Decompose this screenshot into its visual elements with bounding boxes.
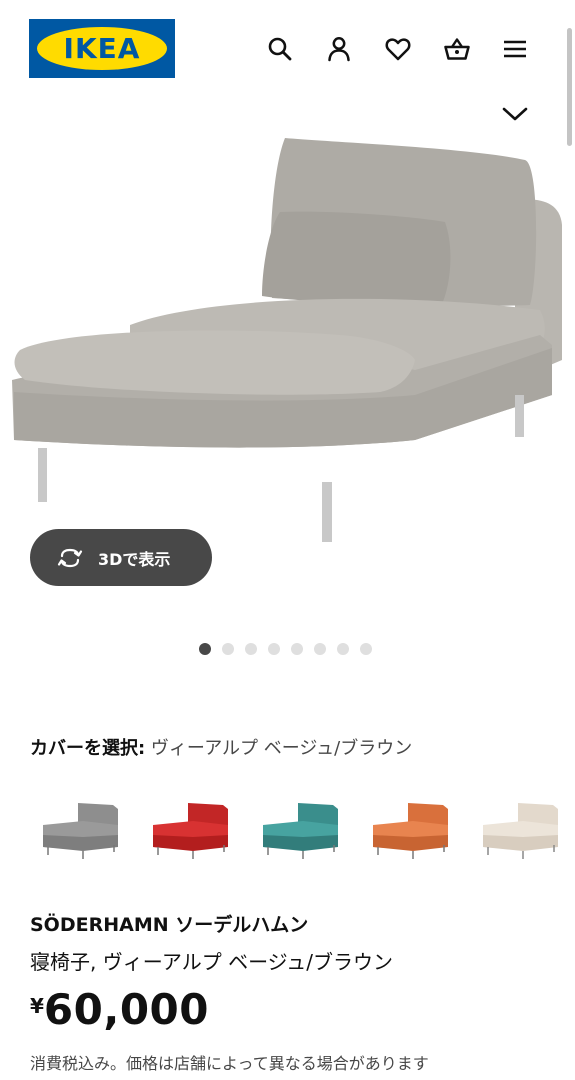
- view-3d-label: 3Dで表示: [98, 549, 171, 569]
- logo-text: IKEA: [63, 32, 141, 65]
- cover-swatch-beige[interactable]: [478, 795, 568, 865]
- header: IKEA: [0, 0, 575, 90]
- product-description: 寝椅子, ヴィーアルプ ベージュ/ブラウン: [30, 950, 394, 974]
- scrollbar[interactable]: [567, 28, 572, 146]
- cover-swatch-orange[interactable]: [368, 795, 458, 865]
- cover-swatch-grey[interactable]: [38, 795, 128, 865]
- pagination-dot[interactable]: [222, 643, 234, 655]
- tax-note: 消費税込み。価格は店舗によって異なる場合があります: [30, 1054, 429, 1073]
- basket-icon[interactable]: [440, 32, 474, 66]
- heart-icon[interactable]: [381, 32, 415, 66]
- pagination-dot[interactable]: [337, 643, 349, 655]
- user-icon[interactable]: [322, 32, 356, 66]
- search-icon[interactable]: [263, 32, 297, 66]
- product-price: ¥ 60,000: [30, 985, 209, 1034]
- product-image[interactable]: [0, 130, 575, 550]
- pagination-dot[interactable]: [245, 643, 257, 655]
- rotate-3d-icon: [57, 548, 83, 567]
- chevron-down-icon[interactable]: [498, 100, 532, 128]
- price-value: 60,000: [43, 985, 209, 1034]
- cover-label: カバーを選択:: [30, 738, 146, 759]
- logo-ellipse: IKEA: [37, 27, 167, 70]
- price-currency: ¥: [30, 994, 44, 1018]
- pagination-dot[interactable]: [268, 643, 280, 655]
- ikea-logo[interactable]: IKEA: [29, 19, 175, 78]
- cover-swatch-list: [38, 795, 575, 870]
- pagination-dot[interactable]: [199, 643, 211, 655]
- cover-swatch-red[interactable]: [148, 795, 238, 865]
- cover-value: ヴィーアルプ ベージュ/ブラウン: [145, 738, 413, 759]
- product-name: SÖDERHAMN ソーデルハムン: [30, 914, 309, 936]
- menu-icon[interactable]: [498, 32, 532, 66]
- pagination-dot[interactable]: [291, 643, 303, 655]
- pagination-dot[interactable]: [314, 643, 326, 655]
- cover-swatch-teal[interactable]: [258, 795, 348, 865]
- view-3d-button[interactable]: 3Dで表示: [30, 529, 212, 586]
- image-pagination: [199, 643, 372, 655]
- cover-selector[interactable]: カバーを選択: ヴィーアルプ ベージュ/ブラウン: [30, 734, 412, 760]
- pagination-dot[interactable]: [360, 643, 372, 655]
